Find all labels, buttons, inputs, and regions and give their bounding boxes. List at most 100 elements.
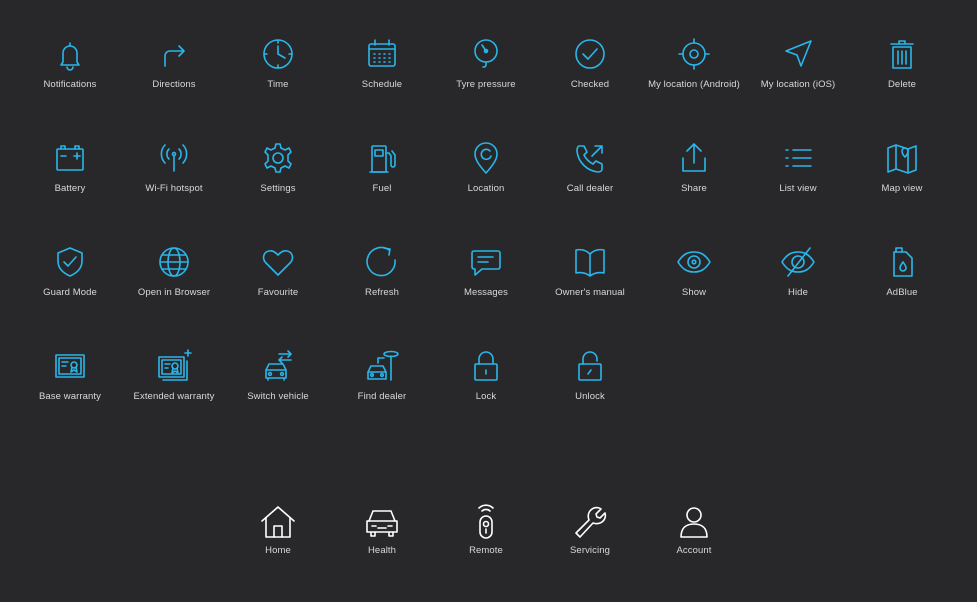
icon-sheet: Notifications Directions Time Schedule Tyre … [0, 0, 977, 601]
nav-item-remote[interactable]: Remote [434, 502, 538, 602]
icon-label: Settings [260, 183, 296, 194]
wifi-hotspot-icon [154, 138, 194, 178]
find-dealer-icon [362, 346, 402, 386]
map-pin-icon [466, 138, 506, 178]
icon-tile-open-in-browser: Open in Browser [122, 242, 226, 342]
icon-tile-location: Location [434, 138, 538, 238]
icon-label: Fuel [372, 183, 392, 194]
icon-tile-list-view: List view [746, 138, 850, 238]
heart-icon [258, 242, 298, 282]
icon-tile-wi-fi-hotspot: Wi-Fi hotspot [122, 138, 226, 238]
icon-label: Wi-Fi hotspot [145, 183, 203, 194]
icon-label: Location [467, 183, 505, 194]
icon-tile-delete: Delete [850, 34, 954, 134]
icon-tile-base-warranty: Base warranty [18, 346, 122, 446]
icon-label: Find dealer [357, 391, 407, 402]
directions-icon [154, 34, 194, 74]
icon-label: Schedule [361, 79, 403, 90]
nav-item-health[interactable]: Health [330, 502, 434, 602]
icon-label: Remote [469, 545, 503, 556]
icon-label: Guard Mode [43, 287, 97, 298]
icon-label: Extended warranty [133, 391, 215, 402]
shield-check-icon [50, 242, 90, 282]
icon-label: Notifications [43, 79, 97, 90]
car-front-icon [362, 502, 402, 542]
message-icon [466, 242, 506, 282]
refresh-icon [362, 242, 402, 282]
icon-tile-battery: Battery [18, 138, 122, 238]
icon-label: Unlock [575, 391, 605, 402]
list-icon [778, 138, 818, 178]
icon-label: Account [676, 545, 712, 556]
location-arrow-icon [778, 34, 818, 74]
battery-icon [50, 138, 90, 178]
icon-tile-call-dealer: Call dealer [538, 138, 642, 238]
eye-off-icon [778, 242, 818, 282]
icon-label: Switch vehicle [247, 391, 309, 402]
icon-label: My location (Android) [648, 79, 740, 90]
tyre-pressure-icon [466, 34, 506, 74]
nav-item-account[interactable]: Account [642, 502, 746, 602]
icon-tile-fuel: Fuel [330, 138, 434, 238]
icon-tile-refresh: Refresh [330, 242, 434, 342]
icon-label: Health [367, 545, 397, 556]
icon-tile-my-location-android: My location (Android) [642, 34, 746, 134]
icon-tile-share: Share [642, 138, 746, 238]
icon-label: Favourite [257, 287, 299, 298]
icon-tile-settings: Settings [226, 138, 330, 238]
phone-outgoing-icon [570, 138, 610, 178]
icon-tile-checked: Checked [538, 34, 642, 134]
icon-tile-favourite: Favourite [226, 242, 330, 342]
icon-label: Hide [788, 287, 808, 298]
icon-label: Battery [54, 183, 86, 194]
icon-label: Show [681, 287, 707, 298]
key-fob-icon [466, 502, 506, 542]
icon-tile-tyre-pressure: Tyre pressure [434, 34, 538, 134]
calendar-icon [362, 34, 402, 74]
icon-label: Base warranty [38, 391, 102, 402]
gear-icon [258, 138, 298, 178]
icon-tile-directions: Directions [122, 34, 226, 134]
icon-tile-map-view: Map view [850, 138, 954, 238]
adblue-can-icon [882, 242, 922, 282]
unlock-icon [570, 346, 610, 386]
share-icon [674, 138, 714, 178]
icon-label: Servicing [570, 545, 610, 556]
wrench-icon [570, 502, 610, 542]
icon-tile-my-location-ios: My location (iOS) [746, 34, 850, 134]
eye-icon [674, 242, 714, 282]
icon-label: Delete [887, 79, 917, 90]
icon-tile-hide: Hide [746, 242, 850, 342]
icon-tile-time: Time [226, 34, 330, 134]
certificate-icon [50, 346, 90, 386]
icon-label: Tyre pressure [456, 79, 516, 90]
person-icon [674, 502, 714, 542]
bell-icon [50, 34, 90, 74]
icon-tile-lock: Lock [434, 346, 538, 446]
icon-label: Map view [881, 183, 923, 194]
icon-label: My location (iOS) [760, 79, 836, 90]
nav-item-servicing[interactable]: Servicing [538, 502, 642, 602]
icon-label: Lock [475, 391, 497, 402]
icon-tile-extended-warranty: Extended warranty [122, 346, 226, 446]
icon-tile-guard-mode: Guard Mode [18, 242, 122, 342]
icon-label: Share [681, 183, 707, 194]
icon-tile-show: Show [642, 242, 746, 342]
lock-icon [466, 346, 506, 386]
icon-label: AdBlue [886, 287, 918, 298]
home-icon [258, 502, 298, 542]
book-icon [570, 242, 610, 282]
nav-item-home[interactable]: Home [226, 502, 330, 602]
icon-label: Refresh [365, 287, 399, 298]
icon-tile-messages: Messages [434, 242, 538, 342]
icon-label: Messages [463, 287, 509, 298]
icon-tile-owner-s-manual: Owner's manual [538, 242, 642, 342]
icon-label: Time [267, 79, 289, 90]
icon-tile-switch-vehicle: Switch vehicle [226, 346, 330, 446]
icon-label: List view [779, 183, 817, 194]
certificate-plus-icon [154, 346, 194, 386]
trash-icon [882, 34, 922, 74]
map-icon [882, 138, 922, 178]
crosshair-icon [674, 34, 714, 74]
check-circle-icon [570, 34, 610, 74]
